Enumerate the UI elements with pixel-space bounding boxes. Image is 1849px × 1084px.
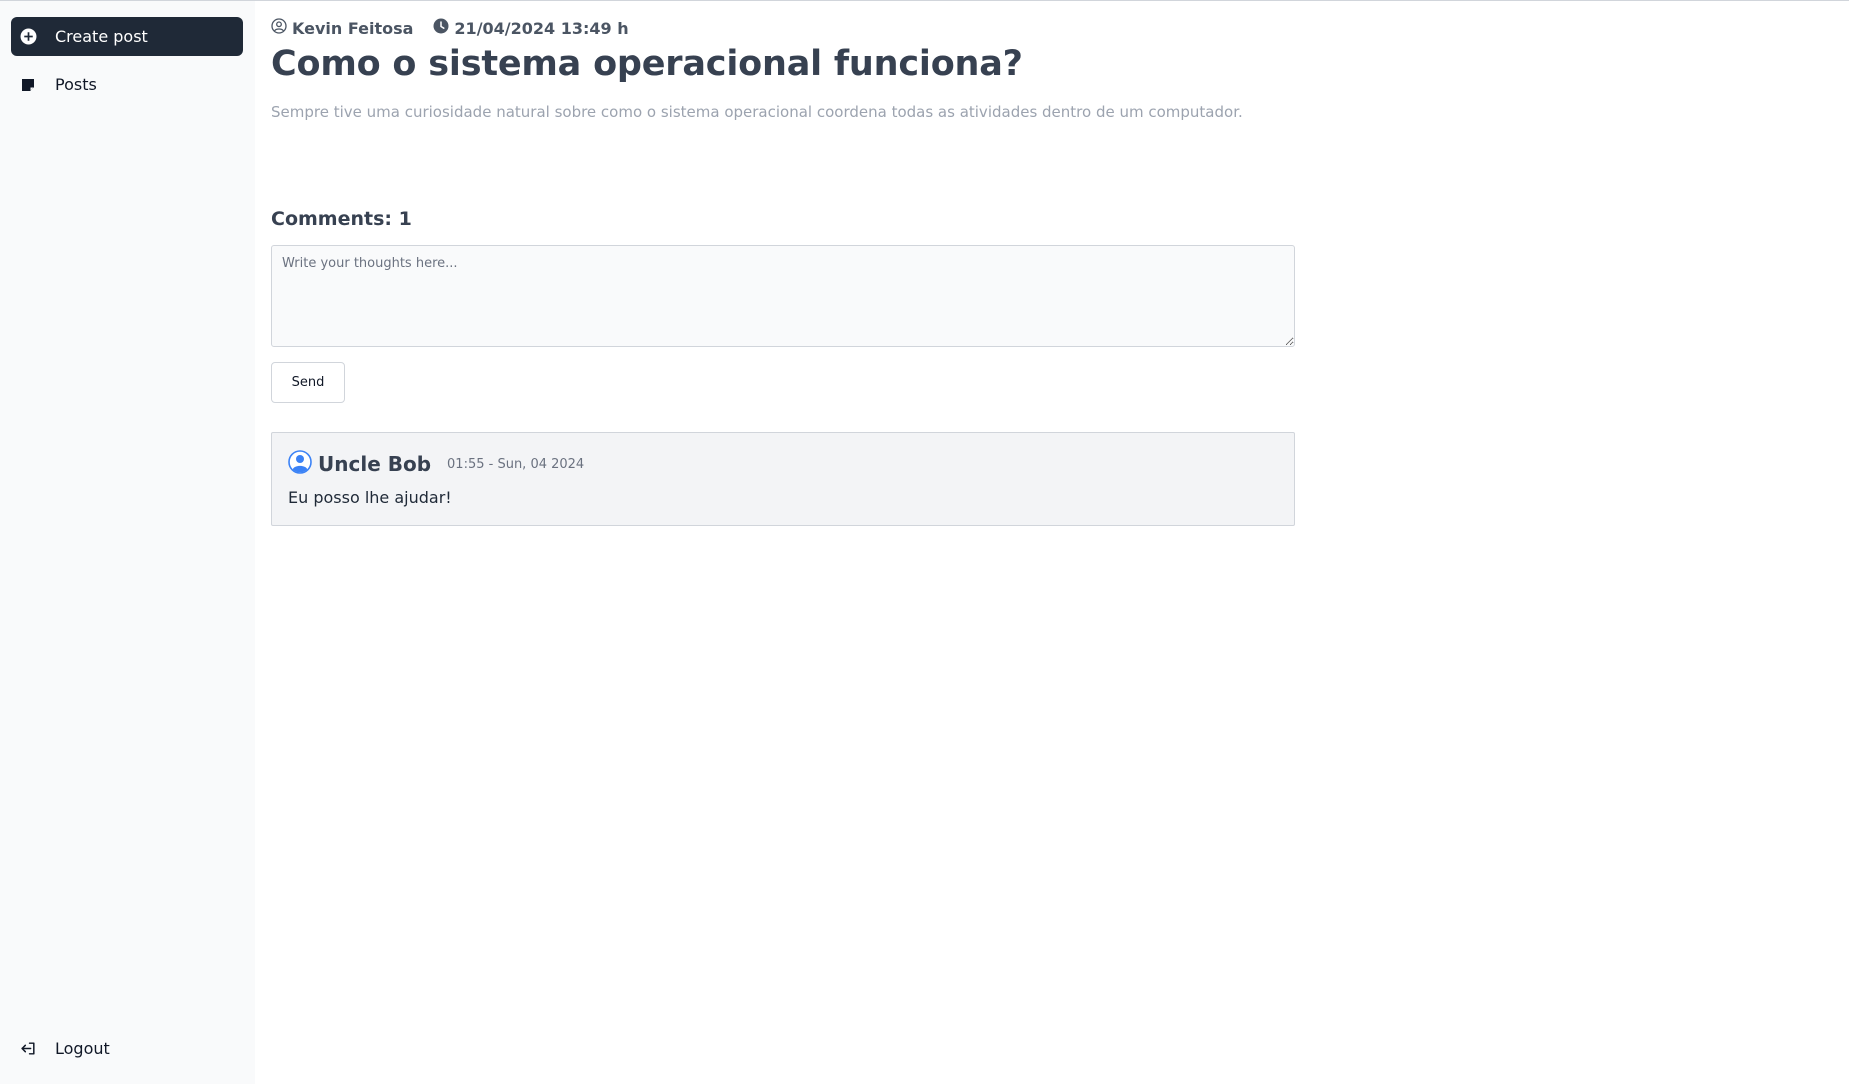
comment-header: Uncle Bob 01:55 - Sun, 04 2024 (288, 450, 584, 478)
send-button[interactable]: Send (271, 362, 345, 403)
sidebar-item-label: Posts (55, 75, 97, 94)
sidebar-item-logout[interactable]: Logout (11, 1029, 243, 1068)
comment-text: Eu posso lhe ajudar! (288, 488, 452, 507)
post-title: Como o sistema operacional funciona? (271, 44, 1023, 84)
comment-date: 01:55 - Sun, 04 2024 (447, 456, 585, 472)
top-border (0, 0, 1849, 1)
sidebar-item-posts[interactable]: Posts (11, 65, 243, 104)
sidebar-item-create-post[interactable]: Create post (11, 17, 243, 56)
comment-author: Uncle Bob (318, 452, 432, 476)
user-circle-icon (271, 18, 292, 38)
comment-item: Uncle Bob 01:55 - Sun, 04 2024 Eu posso … (271, 432, 1295, 526)
sidebar-item-label: Create post (55, 27, 148, 46)
sticky-note-icon (19, 76, 37, 94)
post-author-name: Kevin Feitosa (292, 18, 414, 38)
sidebar-item-label: Logout (55, 1039, 110, 1058)
comments-count: Comments: 1 (271, 208, 412, 230)
plus-circle-icon (19, 28, 37, 46)
comment-input[interactable] (271, 245, 1295, 347)
post-datetime-text: 21/04/2024 13:49 h (454, 18, 629, 38)
logout-icon (19, 1040, 37, 1058)
clock-icon (433, 18, 454, 38)
post-author: Kevin Feitosa (271, 18, 413, 38)
user-avatar-icon (288, 450, 312, 478)
post-description: Sempre tive uma curiosidade natural sobr… (271, 103, 1243, 121)
post-meta: Kevin Feitosa 21/04/2024 13:49 h (271, 18, 629, 38)
post-datetime: 21/04/2024 13:49 h (433, 18, 629, 38)
sidebar: Create post Posts Logout (0, 1, 255, 1084)
